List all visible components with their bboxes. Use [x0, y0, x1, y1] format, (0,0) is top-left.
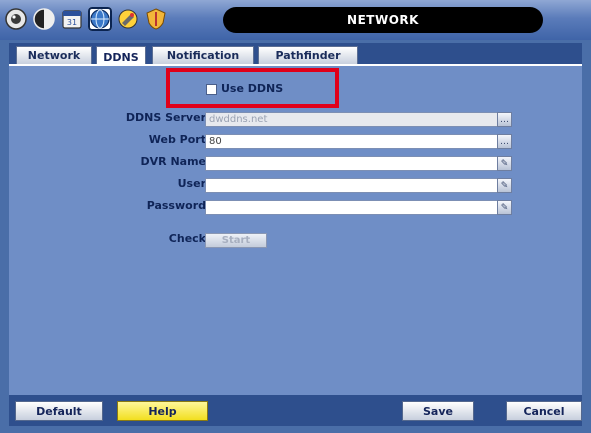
- ddns-server-field[interactable]: dwddns.net: [205, 112, 512, 127]
- top-toolbar: 31 NETWORK: [0, 0, 591, 40]
- pencil-icon: ✎: [500, 202, 509, 213]
- network-icon[interactable]: [88, 7, 112, 31]
- highlight-box: [166, 68, 339, 108]
- dvr-name-label: DVR Name: [140, 155, 207, 168]
- web-port-field[interactable]: 80: [205, 134, 512, 149]
- ellipsis-icon: …: [500, 136, 509, 147]
- calendar-icon[interactable]: 31: [60, 7, 84, 31]
- camera-icon[interactable]: [4, 7, 28, 31]
- shield-icon[interactable]: [144, 7, 168, 31]
- tools-icon[interactable]: [116, 7, 140, 31]
- user-edit-button[interactable]: ✎: [497, 178, 512, 193]
- ddns-server-dropdown-button[interactable]: …: [497, 112, 512, 127]
- password-field[interactable]: [205, 200, 512, 215]
- dvr-name-edit-button[interactable]: ✎: [497, 156, 512, 171]
- pencil-icon: ✎: [500, 180, 509, 191]
- web-port-button[interactable]: …: [497, 134, 512, 149]
- dvr-name-field[interactable]: [205, 156, 512, 171]
- pencil-icon: ✎: [500, 158, 509, 169]
- password-edit-button[interactable]: ✎: [497, 200, 512, 215]
- svg-text:31: 31: [67, 18, 77, 27]
- display-icon[interactable]: [32, 7, 56, 31]
- save-button[interactable]: Save: [402, 401, 474, 421]
- window-title: NETWORK: [223, 7, 543, 33]
- dvr-setup-window: 31 NETWORK Network DDNS Notification Pat…: [0, 0, 591, 433]
- tab-pathfinder[interactable]: Pathfinder: [258, 46, 358, 64]
- user-field[interactable]: [205, 178, 512, 193]
- tab-network[interactable]: Network: [16, 46, 92, 64]
- ddns-server-label: DDNS Server: [125, 111, 206, 124]
- check-label: Check: [168, 232, 206, 245]
- check-start-button[interactable]: Start: [205, 233, 267, 248]
- user-label: User: [177, 177, 206, 190]
- password-label: Password: [146, 199, 206, 212]
- default-button[interactable]: Default: [15, 401, 103, 421]
- tab-notification[interactable]: Notification: [152, 46, 254, 64]
- cancel-button[interactable]: Cancel: [506, 401, 582, 421]
- ellipsis-icon: …: [500, 114, 509, 125]
- web-port-label: Web Port: [148, 133, 206, 146]
- help-button[interactable]: Help: [117, 401, 208, 421]
